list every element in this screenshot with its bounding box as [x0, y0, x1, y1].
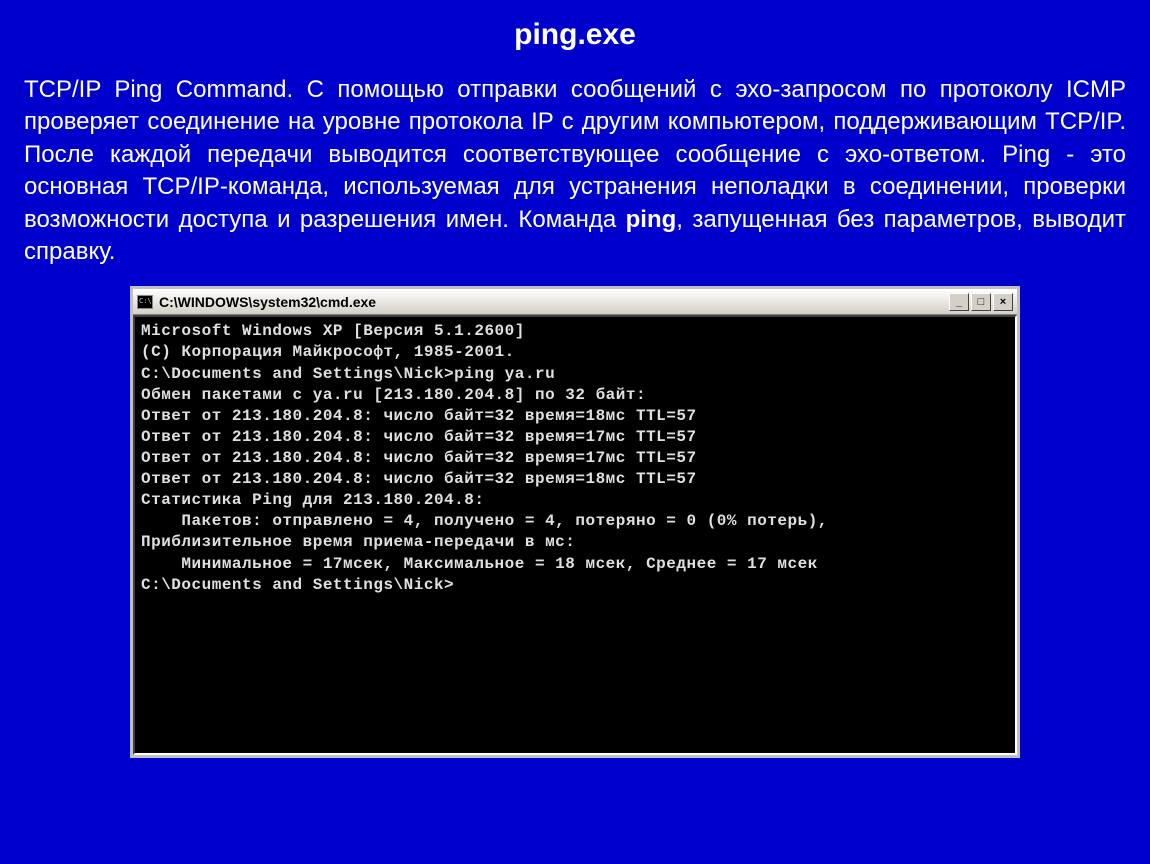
terminal-output[interactable]: Microsoft Windows XP [Версия 5.1.2600](C…	[133, 315, 1017, 755]
terminal-line: C:\Documents and Settings\Nick>	[141, 575, 1009, 596]
close-button[interactable]: ×	[993, 293, 1013, 311]
terminal-line: Статистика Ping для 213.180.204.8:	[141, 490, 1009, 511]
terminal-line: Минимальное = 17мсек, Максимальное = 18 …	[141, 554, 1009, 575]
terminal-line: Приблизительное время приема-передачи в …	[141, 532, 1009, 553]
desc-bold: ping	[626, 206, 677, 233]
terminal-line: Ответ от 213.180.204.8: число байт=32 вр…	[141, 406, 1009, 427]
terminal-line: Ответ от 213.180.204.8: число байт=32 вр…	[141, 469, 1009, 490]
description-text: TCP/IP Ping Command. С помощью отправки …	[24, 74, 1126, 268]
cmd-window: C:\WINDOWS\system32\cmd.exe _ □ × Micros…	[130, 286, 1020, 758]
window-title: C:\WINDOWS\system32\cmd.exe	[159, 294, 949, 310]
terminal-line: Ответ от 213.180.204.8: число байт=32 вр…	[141, 427, 1009, 448]
minimize-button[interactable]: _	[949, 293, 969, 311]
maximize-button[interactable]: □	[971, 293, 991, 311]
cmd-icon	[137, 295, 153, 309]
terminal-line: C:\Documents and Settings\Nick>ping ya.r…	[141, 364, 1009, 385]
terminal-line: Пакетов: отправлено = 4, получено = 4, п…	[141, 511, 1009, 532]
page-title: ping.exe	[24, 18, 1126, 52]
window-controls: _ □ ×	[949, 293, 1013, 311]
terminal-line: Обмен пакетами с ya.ru [213.180.204.8] п…	[141, 385, 1009, 406]
terminal-line: (C) Корпорация Майкрософт, 1985-2001.	[141, 342, 1009, 363]
window-titlebar[interactable]: C:\WINDOWS\system32\cmd.exe _ □ ×	[133, 289, 1017, 315]
terminal-line: Ответ от 213.180.204.8: число байт=32 вр…	[141, 448, 1009, 469]
terminal-line: Microsoft Windows XP [Версия 5.1.2600]	[141, 321, 1009, 342]
